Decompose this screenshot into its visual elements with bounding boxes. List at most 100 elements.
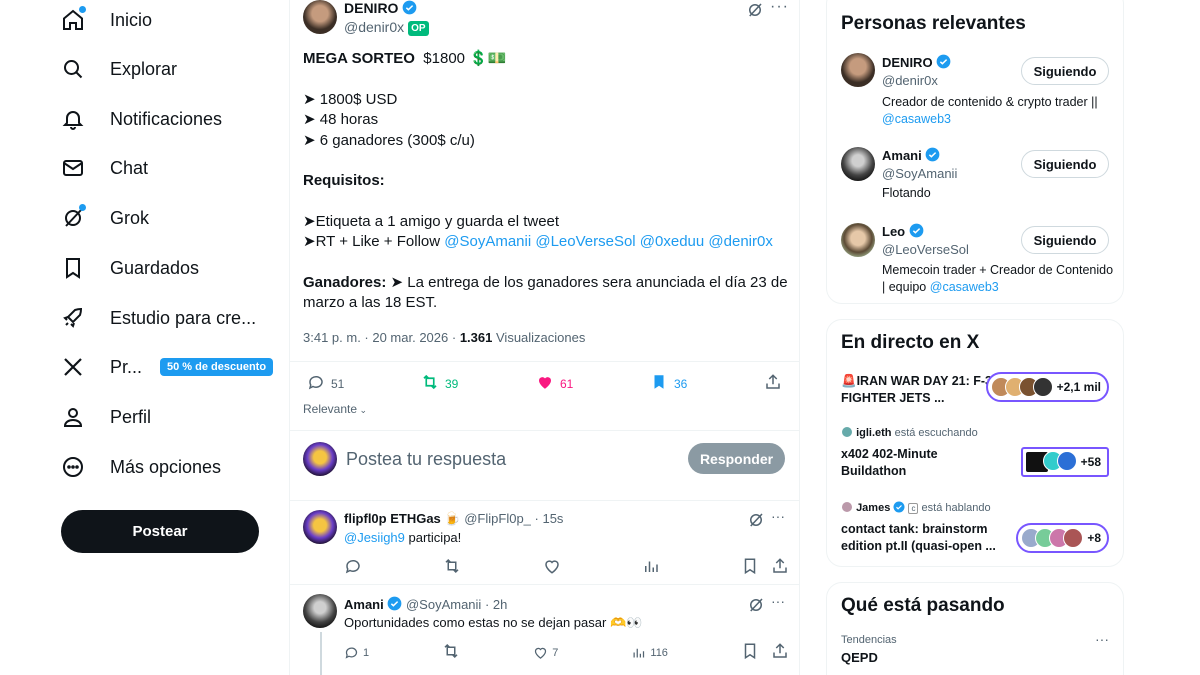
heart-icon [535,647,547,659]
reply-button[interactable]: 1 [344,642,369,663]
verified-badge-icon [936,54,951,69]
live-spaces-card: En directo en X 🚨IRAN WAR DAY 21: F-35 F… [826,319,1124,567]
requirements-label: Requisitos: [303,172,385,189]
winners-line: Ganadores: ➤ La entrega de los ganadores… [303,273,788,312]
space-title[interactable]: contact tank: brainstorm edition pt.II (… [841,521,1006,555]
avatar[interactable] [303,594,337,628]
user-avatar[interactable] [303,442,337,476]
nav-label: Chat [110,157,149,178]
chevron-down-icon: ⌄ [357,405,368,415]
avatar [841,501,853,513]
mention-link[interactable]: @Jesiigh9 [344,530,405,545]
reply-author-handle[interactable]: @SoyAmanii [406,597,481,612]
like-button[interactable]: 61 [536,373,573,394]
timestamp[interactable]: 3:41 p. m. · 20 mar. 2026 · [303,330,456,345]
retweet-icon[interactable] [443,557,461,580]
trend-topic[interactable]: QEPD [841,650,878,665]
search-icon [60,56,86,82]
nav-label: Pr... [110,356,143,377]
reply-author-name[interactable]: Amani [344,597,384,612]
share-icon[interactable] [771,557,789,580]
verified-badge-icon [387,596,402,611]
heart-icon[interactable] [543,557,561,580]
person-name-row[interactable]: DENIRO [882,54,951,70]
bookmark-icon[interactable] [741,557,759,580]
bookmark-icon [650,373,668,394]
more-circle-icon [60,454,86,480]
nav-notifications[interactable]: Notificaciones [60,99,222,139]
nav-premium[interactable]: Pr... 50 % de descuento [60,347,274,387]
more-icon[interactable]: ··· [1095,631,1109,647]
space-listeners-pill[interactable]: +8 [1016,523,1109,553]
author-name[interactable]: DENIRO [344,0,398,16]
person-handle[interactable]: @SoyAmanii [882,166,957,181]
author-handle[interactable]: @denir0x [344,19,404,35]
space-listeners-pill[interactable]: +2,1 mil [985,372,1109,402]
post-button[interactable]: Postear [61,510,259,553]
nav-chat[interactable]: Chat [60,148,148,188]
like-button[interactable]: 7 [533,642,558,663]
x-logo-icon [60,354,86,380]
retweet-button[interactable]: 39 [421,373,458,394]
reply-submit-button[interactable]: Responder [688,443,785,474]
nav-creator-studio[interactable]: Estudio para cre... [60,298,256,338]
space-title[interactable]: 🚨IRAN WAR DAY 21: F-35 FIGHTER JETS ... [841,373,1003,407]
space-host-row: James c está hablando [841,501,991,514]
bio-link[interactable]: @casaweb3 [882,112,951,126]
sort-label: Relevante [303,402,358,416]
following-button[interactable]: Siguiendo [1021,226,1109,254]
reply-icon[interactable] [344,557,362,580]
space-host[interactable]: James [856,502,890,514]
reply-time[interactable]: · 2h [485,597,507,612]
avatar[interactable] [841,223,875,257]
more-icon[interactable]: ··· [770,0,789,16]
bio-link[interactable]: @casaweb3 [930,280,999,294]
following-button[interactable]: Siguiendo [1021,150,1109,178]
views-count: 1.361 [459,330,493,345]
reply-text: Oportunidades como estas no se dejan pas… [344,615,643,630]
grok-icon[interactable] [747,596,765,619]
author-name-row[interactable]: DENIRO [344,0,417,16]
more-icon[interactable]: ··· [771,508,785,524]
card-title: Personas relevantes [841,13,1026,34]
reply-count: 51 [331,376,345,391]
person-handle[interactable]: @LeoVerseSol [882,242,969,257]
nav-more-options[interactable]: Más opciones [60,447,221,487]
following-button[interactable]: Siguiendo [1021,57,1109,85]
space-title[interactable]: x402 402-Minute Buildathon [841,446,1003,480]
person-bio: Creador de contenido & crypto trader || … [882,95,1098,126]
more-icon[interactable]: ··· [771,593,785,609]
bookmark-icon[interactable] [741,642,759,663]
retweet-icon[interactable] [442,642,460,663]
avatar[interactable] [841,147,875,181]
nav-profile[interactable]: Perfil [60,397,151,437]
reply-author-name[interactable]: flipfl0p ETHGas [344,511,441,526]
sort-dropdown[interactable]: Relevante ⌄ [303,402,367,416]
nav-bookmarks[interactable]: Guardados [60,248,199,288]
analytics-icon[interactable] [642,557,660,580]
person-name-row[interactable]: Leo [882,223,924,239]
person-handle[interactable]: @denir0x [882,73,938,88]
share-icon[interactable] [771,642,789,663]
nav-home[interactable]: Inicio [60,0,152,40]
nav-explore[interactable]: Explorar [60,49,177,89]
space-host[interactable]: igli.eth [856,427,891,439]
mention-links[interactable]: @SoyAmanii @LeoVerseSol @0xeduu @denir0x [444,233,773,250]
avatar[interactable] [303,0,337,34]
listener-avatars [1024,451,1077,473]
avatar[interactable] [841,53,875,87]
reply-input[interactable]: Postea tu respuesta [346,449,506,470]
views-button[interactable]: 116 [631,642,668,663]
grok-icon[interactable] [746,1,764,24]
nav-grok[interactable]: Grok [60,198,149,238]
reply-author-handle[interactable]: @FlipFl0p_ [464,511,531,526]
bookmark-button[interactable]: 36 [650,373,687,394]
person-name-row[interactable]: Amani [882,147,940,163]
reply-time[interactable]: · 15s [535,511,564,526]
reply-button[interactable]: 51 [307,373,344,394]
grok-icon[interactable] [747,511,765,534]
space-listeners-pill[interactable]: +58 [1020,447,1109,477]
share-icon[interactable] [764,373,782,396]
avatar[interactable] [303,510,337,544]
home-icon [60,6,86,33]
